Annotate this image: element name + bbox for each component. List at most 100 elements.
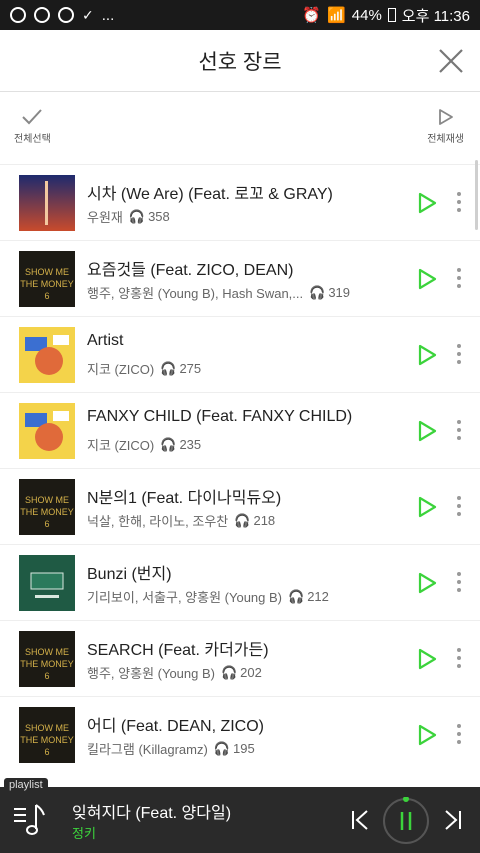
play-all-button[interactable]: 전체재생 — [427, 108, 464, 145]
svg-text:SHOW ME: SHOW ME — [25, 495, 69, 505]
now-playing-artist: 정키 — [72, 826, 96, 841]
song-row[interactable]: SHOW ME THE MONEY 6 어디 (Feat. DEAN, ZICO) … — [0, 696, 480, 772]
song-row[interactable]: SHOW ME THE MONEY 6 N분의1 (Feat. 다이나믹듀오) 넉살… — [0, 468, 480, 544]
now-playing-title[interactable]: 잊혀지다 (Feat. 양다일) — [72, 799, 231, 823]
more-vertical-icon — [457, 192, 461, 212]
scrollbar[interactable] — [475, 160, 478, 230]
play-button[interactable] — [416, 420, 438, 442]
header: 선호 장르 — [0, 30, 480, 92]
song-title: 요즘것들 (Feat. ZICO, DEAN) — [87, 262, 294, 279]
play-button[interactable] — [416, 496, 438, 518]
play-count: 🎧 275 — [160, 361, 201, 377]
album-cover — [19, 327, 75, 383]
toolbar: 전체선택 전체재생 — [0, 92, 480, 164]
album-cover: SHOW ME THE MONEY 6 — [19, 251, 75, 307]
song-meta: 기리보이, 서출구, 양홍원 (Young B) 🎧 212 — [87, 587, 407, 606]
previous-button[interactable] — [350, 809, 370, 831]
svg-text:6: 6 — [44, 291, 49, 301]
headphones-icon: 🎧 — [160, 436, 177, 452]
vee-notification-icon: ✓ — [82, 6, 94, 23]
skip-next-icon — [445, 810, 461, 830]
more-vertical-icon — [457, 420, 461, 440]
play-count-value: 202 — [240, 665, 262, 680]
album-cover: SHOW ME THE MONEY 6 — [19, 707, 75, 763]
status-left-icons: ✓ ... — [10, 7, 114, 24]
play-count: 🎧 235 — [160, 437, 201, 453]
playlist-tab[interactable]: playlist — [4, 778, 48, 792]
page-title: 선호 장르 — [198, 50, 282, 74]
pause-button[interactable] — [382, 796, 430, 845]
more-options-button[interactable] — [456, 571, 462, 593]
play-icon — [418, 496, 437, 518]
song-meta: 지코 (ZICO) 🎧 275 — [87, 359, 407, 378]
svg-text:SHOW ME: SHOW ME — [25, 723, 69, 733]
play-icon — [418, 572, 437, 594]
song-row[interactable]: Bunzi (번지) 기리보이, 서출구, 양홍원 (Young B) 🎧 212 — [0, 544, 480, 620]
svg-text:THE MONEY: THE MONEY — [20, 735, 74, 745]
song-title: N분의1 (Feat. 다이나믹듀오) — [87, 490, 282, 507]
song-row[interactable]: 시차 (We Are) (Feat. 로꼬 & GRAY) 우원재 🎧 358 — [0, 164, 480, 240]
song-row[interactable]: FANXY CHILD (Feat. FANXY CHILD) 지코 (ZICO… — [0, 392, 480, 468]
more-options-button[interactable] — [456, 191, 462, 213]
headphones-icon: 🎧 — [220, 664, 238, 680]
select-all-label: 전체선택 — [14, 134, 51, 145]
song-row[interactable]: SHOW ME THE MONEY 6 요즘것들 (Feat. ZICO, DEAN… — [0, 240, 480, 316]
more-options-button[interactable] — [456, 647, 462, 669]
more-options-button[interactable] — [456, 419, 462, 441]
svg-text:THE MONEY: THE MONEY — [20, 279, 74, 289]
playlist-music-icon — [14, 804, 45, 835]
play-button[interactable] — [416, 572, 438, 594]
status-bar: ✓ ... ⏰ 📶 44% 오후 11:36 — [0, 0, 480, 30]
song-title: Bunzi (번지) — [87, 566, 172, 583]
song-artist: 넉살, 한해, 라이노, 조우찬 — [87, 514, 229, 529]
song-title: SEARCH (Feat. 카더가든) — [87, 642, 269, 659]
song-row[interactable]: SHOW ME THE MONEY 6 SEARCH (Feat. 카더가든) 행주… — [0, 620, 480, 696]
pause-icon — [383, 796, 429, 844]
song-meta: 우원재 🎧 358 — [87, 207, 407, 226]
play-icon — [418, 420, 437, 442]
close-button[interactable] — [436, 46, 466, 76]
more-notifications: ... — [101, 6, 115, 24]
play-button[interactable] — [416, 648, 438, 670]
album-cover: SHOW ME THE MONEY 6 — [19, 479, 75, 535]
svg-text:SHOW ME: SHOW ME — [25, 267, 69, 277]
play-count-value: 358 — [148, 209, 170, 224]
svg-text:SHOW ME: SHOW ME — [25, 647, 69, 657]
song-artist: 지코 (ZICO) — [87, 362, 155, 377]
next-button[interactable] — [443, 809, 463, 831]
song-row[interactable]: Artist 지코 (ZICO) 🎧 275 — [0, 316, 480, 392]
more-options-button[interactable] — [456, 343, 462, 365]
song-meta: 지코 (ZICO) 🎧 235 — [87, 435, 407, 454]
headphones-icon: 🎧 — [234, 512, 251, 528]
play-button[interactable] — [416, 192, 438, 214]
playlist-button[interactable] — [12, 801, 48, 837]
play-outline-icon — [438, 109, 453, 125]
skip-previous-icon — [352, 810, 368, 830]
play-icon — [418, 724, 437, 746]
wifi-icon: 📶 — [327, 7, 346, 24]
song-meta: 행주, 양홍원 (Young B) 🎧 202 — [87, 663, 407, 682]
select-all-button[interactable]: 전체선택 — [14, 108, 51, 145]
play-count: 🎧 319 — [309, 285, 350, 301]
song-artist: 지코 (ZICO) — [87, 438, 155, 453]
more-vertical-icon — [457, 344, 461, 364]
play-count-value: 218 — [253, 513, 276, 528]
play-button[interactable] — [416, 344, 438, 366]
more-options-button[interactable] — [456, 723, 462, 745]
song-list: 시차 (We Are) (Feat. 로꼬 & GRAY) 우원재 🎧 358 S… — [0, 164, 480, 772]
play-icon — [418, 192, 437, 214]
song-title: 어디 (Feat. DEAN, ZICO) — [87, 718, 265, 735]
play-button[interactable] — [416, 724, 438, 746]
more-options-button[interactable] — [456, 495, 462, 517]
song-title: FANXY CHILD (Feat. FANXY CHILD) — [87, 408, 353, 425]
play-button[interactable] — [416, 268, 438, 290]
play-count: 🎧 212 — [288, 589, 329, 605]
song-artist: 행주, 양홍원 (Young B), Hash Swan,... — [87, 286, 304, 301]
song-meta: 킬라그램 (Killagramz) 🎧 195 — [87, 739, 407, 758]
mini-player: playlist 잊혀지다 (Feat. 양다일) 정키 — [0, 778, 480, 853]
song-meta: 행주, 양홍원 (Young B), Hash Swan,... 🎧 319 — [87, 283, 407, 302]
svg-text:THE MONEY: THE MONEY — [20, 507, 74, 517]
play-count-value: 275 — [179, 361, 202, 376]
more-options-button[interactable] — [456, 267, 462, 289]
chat-notification-icon — [34, 7, 50, 23]
